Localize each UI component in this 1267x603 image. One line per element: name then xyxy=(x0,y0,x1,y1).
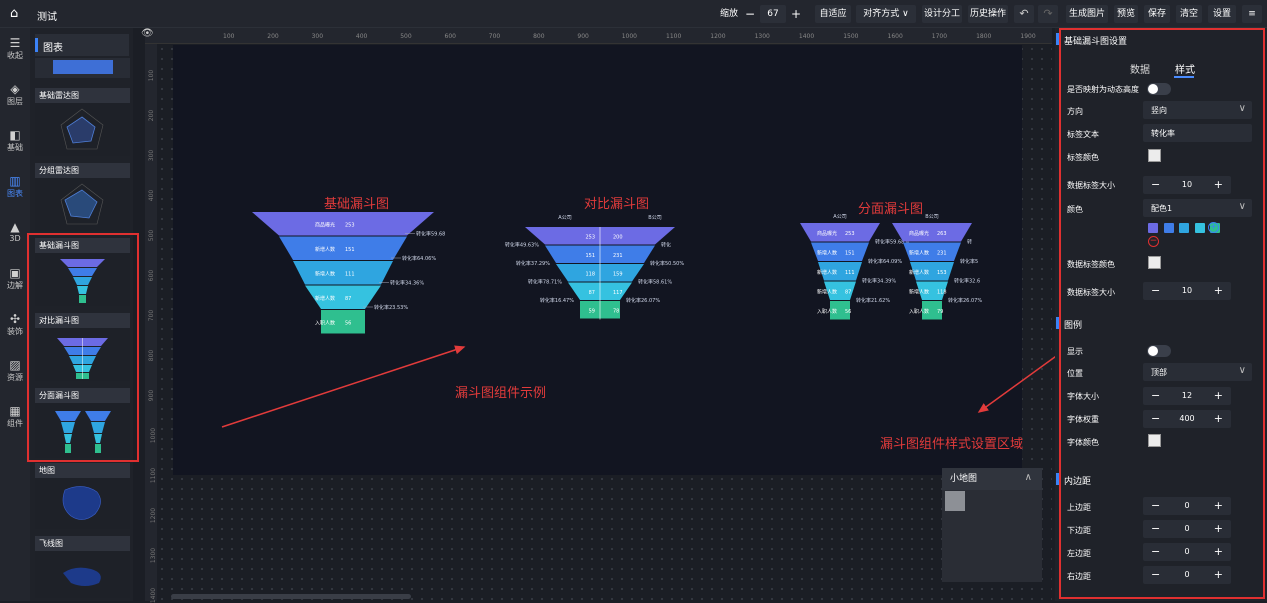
save-button[interactable]: 保存 xyxy=(1144,5,1170,23)
menu-icon[interactable]: ≡ xyxy=(1242,5,1262,23)
ruler-tick: 1700 xyxy=(931,33,948,40)
ruler-tick: 100 xyxy=(148,69,156,82)
annotation-compare-funnel: 对比漏斗图 xyxy=(584,197,650,212)
ruler-tick: 300 xyxy=(148,149,156,162)
top-toolbar: ⌂ 测试 缩放 − 67 + 自适应 对齐方式 ∨ 设计分工 历史操作 ↶ ↷ … xyxy=(0,0,1267,28)
library-card-radar[interactable]: 基础雷达图 xyxy=(35,88,130,156)
ruler-tick: 1900 xyxy=(1020,33,1036,40)
component-icon: ▦ xyxy=(9,404,21,418)
layers-icon: ◈ xyxy=(10,82,20,96)
settings-button[interactable]: 设置 xyxy=(1208,5,1236,23)
ruler-tick: 1000 xyxy=(621,33,637,40)
nav-border[interactable]: ▣ 边解 xyxy=(0,266,30,291)
nav-component[interactable]: ▦ 组件 xyxy=(0,404,30,429)
library-card-top[interactable] xyxy=(35,58,130,78)
library-card-group-radar[interactable]: 分组雷达图 xyxy=(35,163,130,231)
app-title: 测试 xyxy=(37,12,57,23)
ruler-tick: 600 xyxy=(148,269,156,282)
ruler-tick: 900 xyxy=(148,389,156,402)
undo-icon[interactable]: ↶ xyxy=(1014,5,1034,23)
ruler-tick: 800 xyxy=(533,33,545,40)
library-card-map[interactable]: 地图 xyxy=(35,463,130,529)
ruler-tick: 700 xyxy=(148,309,156,322)
annotation-basic-funnel: 基础漏斗图 xyxy=(324,197,390,212)
align-dropdown[interactable]: 对齐方式 ∨ xyxy=(856,5,916,23)
collapse-icon: ☰ xyxy=(9,36,21,50)
zoom-in-button[interactable]: + xyxy=(788,5,804,23)
resource-icon: ▨ xyxy=(9,358,21,372)
border-icon: ▣ xyxy=(9,266,21,280)
top-ruler: 👁 100 200 300 400 500 600 700 800 900 1000 1100 120… xyxy=(141,28,1052,44)
ruler-tick: 1200 xyxy=(710,33,726,40)
ruler-tick: 700 xyxy=(488,33,501,40)
generate-image-button[interactable]: 生成图片 xyxy=(1066,5,1108,23)
nav-layers[interactable]: ◈ 图层 xyxy=(0,82,30,107)
ruler-tick: 800 xyxy=(148,349,156,362)
decor-icon: ✣ xyxy=(9,312,21,326)
nav-decor[interactable]: ✣ 装饰 xyxy=(0,312,30,337)
ruler-tick: 600 xyxy=(444,33,456,40)
ruler-tick: 1300 xyxy=(754,33,770,40)
nav-3d[interactable]: ▲ 3D xyxy=(0,220,30,243)
ruler-tick: 1100 xyxy=(666,33,682,40)
annotation-example: 漏斗图组件示例 xyxy=(455,386,547,401)
history-button[interactable]: 历史操作 xyxy=(968,5,1008,23)
design-canvas[interactable] xyxy=(173,45,1022,475)
minimap-collapse-icon[interactable]: ∧ xyxy=(1025,472,1032,483)
nav-chart[interactable]: ▥ 图表 xyxy=(0,174,30,199)
ruler-tick: 500 xyxy=(148,229,156,242)
redo-icon[interactable]: ↷ xyxy=(1038,5,1058,23)
basic-icon: ◧ xyxy=(9,128,21,142)
ruler-tick: 1800 xyxy=(976,33,992,40)
ruler-tick: 200 xyxy=(148,109,156,122)
ruler-tick: 400 xyxy=(148,189,156,202)
ruler-tick: 1400 xyxy=(798,33,815,40)
library-highlight-box xyxy=(27,233,139,462)
ruler-tick: 200 xyxy=(267,33,279,40)
minimap: 小地图 ∧ xyxy=(942,468,1042,582)
left-ruler: 100 200 300 400 500 600 700 800 900 1000 1100 1200 1… xyxy=(145,44,157,603)
library-card-flyline[interactable]: 飞线图 xyxy=(35,536,130,598)
nav-collapse[interactable]: ☰ 收起 xyxy=(0,36,30,61)
ruler-tick: 500 xyxy=(400,33,412,40)
ruler-tick: 1500 xyxy=(843,33,859,40)
zoom-input[interactable]: 67 xyxy=(760,5,786,23)
fit-button[interactable]: 自适应 xyxy=(815,5,851,23)
ruler-tick: 400 xyxy=(355,33,368,40)
chart-icon: ▥ xyxy=(9,174,21,188)
library-header: 图表 xyxy=(35,34,129,56)
preview-button[interactable]: 预览 xyxy=(1114,5,1138,23)
3d-icon: ▲ xyxy=(10,220,20,234)
zoom-out-button[interactable]: − xyxy=(742,5,758,23)
ruler-tick: 1600 xyxy=(887,33,903,40)
clear-button[interactable]: 清空 xyxy=(1176,5,1202,23)
ruler-tick: 900 xyxy=(577,33,589,40)
nav-resource[interactable]: ▨ 资源 xyxy=(0,358,30,383)
ruler-tick: 300 xyxy=(311,33,324,40)
left-icon-bar: ☰ 收起 ◈ 图层 ◧ 基础 ▥ 图表 ▲ 3D ▣ 边解 ✣ 装饰 ▨ 资源 ▦ 组件 xyxy=(0,28,30,601)
home-icon[interactable]: ⌂ xyxy=(10,7,24,21)
zoom-label: 缩放 xyxy=(719,9,738,19)
horizontal-scrollbar[interactable] xyxy=(171,594,411,599)
eye-icon[interactable]: 👁 xyxy=(141,28,154,39)
nav-basic[interactable]: ◧ 基础 xyxy=(0,128,30,153)
annotation-facet-funnel: 分面漏斗图 xyxy=(858,202,924,217)
annotation-settings-area: 漏斗图组件样式设置区域 xyxy=(880,437,1024,452)
minimap-viewport[interactable] xyxy=(945,491,965,511)
design-button[interactable]: 设计分工 xyxy=(922,5,962,23)
ruler-tick: 100 xyxy=(223,33,235,40)
settings-highlight-box xyxy=(1059,28,1265,599)
